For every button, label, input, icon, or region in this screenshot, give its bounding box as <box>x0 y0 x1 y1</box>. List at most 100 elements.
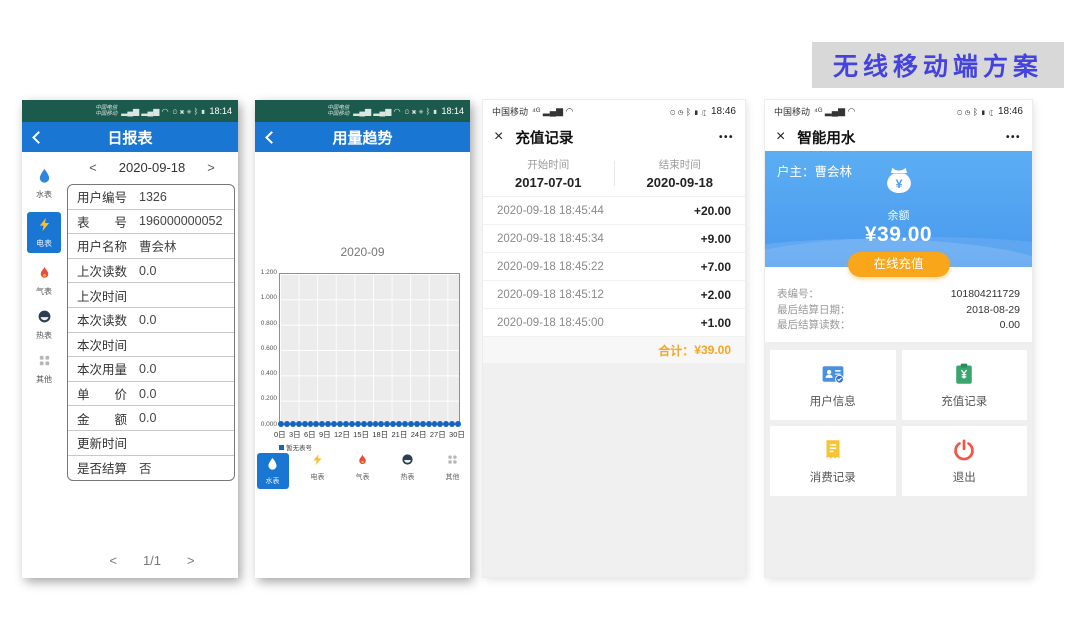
online-recharge-button[interactable]: 在线充值 <box>847 252 949 277</box>
close-icon[interactable]: × <box>494 129 503 145</box>
data-point <box>414 421 420 427</box>
signal-icons: ⁴ᴳ ▂▄▆ ◠ <box>814 106 855 117</box>
app-header: × 智能用水 ••• <box>765 123 1032 151</box>
record-time: 2020-09-18 18:45:12 <box>497 289 604 301</box>
status-bar: 中国电信 中国移动 ▂▄▆ ▂▄▆ ◠ ⊙ ▣ ◈ ᛒ ▮ 18:14 <box>22 100 238 122</box>
clock: 18:46 <box>711 106 736 117</box>
date-next-button[interactable]: > <box>207 160 215 175</box>
data-point <box>361 421 367 427</box>
more-menu-icon[interactable]: ••• <box>1006 132 1021 143</box>
meter-info-panel: 表编号： 101804211729 最后结算日期： 2018-08-29 最后结… <box>765 267 1032 342</box>
menu-label: 充值记录 <box>941 393 987 409</box>
record-time: 2020-09-18 18:45:22 <box>497 261 604 273</box>
tab-heat[interactable]: 热表 <box>392 453 424 489</box>
field-label: 表 号 <box>77 212 127 231</box>
data-points <box>278 421 461 427</box>
tab-electric[interactable]: 电表 <box>302 453 334 489</box>
slide-banner-title: 无线移动端方案 <box>812 42 1064 88</box>
flame-icon <box>37 265 52 280</box>
field-value: 0.0 <box>139 264 156 278</box>
record-row: 2020-09-18 18:45:12 +2.00 <box>483 281 745 309</box>
field-value: 0.0 <box>139 362 156 376</box>
sidebar-item-heat[interactable]: 热表 <box>27 309 61 341</box>
page-prev-button[interactable]: < <box>109 553 117 568</box>
slide-canvas: 无线移动端方案 中国电信 中国移动 ▂▄▆ ▂▄▆ ◠ ⊙ ▣ ◈ ᛒ ▮ 18… <box>0 0 1066 640</box>
field-label: 上次读数 <box>77 261 127 280</box>
phone-screen-daily-report: 中国电信 中国移动 ▂▄▆ ▂▄▆ ◠ ⊙ ▣ ◈ ᛒ ▮ 18:14 日报表 … <box>22 100 238 578</box>
balance-label: 余额 <box>765 207 1032 223</box>
data-point <box>349 421 355 427</box>
empty-area <box>483 363 745 577</box>
menu-area: 用户信息 充值记录 <box>765 342 1032 578</box>
lightning-icon <box>37 217 52 232</box>
sidebar-label: 气表 <box>27 286 61 297</box>
meter-type-tabs: 水表 电表 气表 热表 其他 <box>255 453 470 489</box>
sidebar-item-electric[interactable]: 电表 <box>27 212 61 253</box>
data-point <box>420 421 426 427</box>
grid-icon <box>446 453 459 466</box>
signal-icons: ▂▄▆ ▂▄▆ ◠ <box>353 107 400 116</box>
date-range-bar: 开始时间 2017-07-01 结束时间 2020-09-18 <box>483 151 745 197</box>
table-row: 表 号 196000000052 <box>68 210 234 235</box>
end-date-picker[interactable]: 结束时间 2020-09-18 <box>615 151 746 196</box>
info-label: 表编号： <box>777 287 819 303</box>
x-axis-labels: 0日3日6日9日12日15日18日21日24日27日30日 <box>274 429 465 440</box>
x-tick: 27日 <box>430 429 446 440</box>
more-menu-icon[interactable]: ••• <box>719 132 734 143</box>
page-next-button[interactable]: > <box>187 553 195 568</box>
field-label: 用户编号 <box>77 187 127 206</box>
tab-other[interactable]: 其他 <box>437 453 469 489</box>
status-icons: ⊙ ◷ ᛒ ▮ ☾ <box>670 107 707 117</box>
id-card-icon <box>820 361 846 387</box>
table-row: 是否结算 否 <box>68 456 234 481</box>
plot-area <box>279 273 460 425</box>
sidebar-item-water[interactable]: 水表 <box>27 168 61 200</box>
record-amount: +1.00 <box>701 316 731 330</box>
carrier-labels: 中国电信 中国移动 <box>95 105 117 118</box>
carrier-labels: 中国电信 中国移动 <box>327 105 349 118</box>
carrier: 中国移动 <box>492 105 528 118</box>
record-time: 2020-09-18 18:45:00 <box>497 317 604 329</box>
recharge-clipboard-icon <box>951 361 977 387</box>
start-date-label: 开始时间 <box>527 157 569 172</box>
x-tick: 30日 <box>449 429 465 440</box>
date-prev-button[interactable]: < <box>89 160 97 175</box>
date-value[interactable]: 2020-09-18 <box>119 160 186 175</box>
sidebar-item-gas[interactable]: 气表 <box>27 265 61 297</box>
power-icon <box>951 437 977 463</box>
field-label: 更新时间 <box>77 433 127 452</box>
y-tick: 0.400 <box>259 371 277 378</box>
carrier-2: 中国移动 <box>327 111 349 118</box>
tab-gas[interactable]: 气表 <box>347 453 379 489</box>
field-label: 上次时间 <box>77 286 127 305</box>
data-point <box>355 421 361 427</box>
total-row: 合计： ¥39.00 <box>483 337 745 363</box>
menu-label: 消费记录 <box>810 469 856 485</box>
menu-exit[interactable]: 退出 <box>902 426 1028 496</box>
end-date-label: 结束时间 <box>659 157 701 172</box>
tab-water[interactable]: 水表 <box>257 453 289 489</box>
field-value: 否 <box>139 458 152 477</box>
field-value: 1326 <box>139 190 167 204</box>
menu-user-info[interactable]: 用户信息 <box>770 350 896 420</box>
menu-label: 用户信息 <box>810 393 856 409</box>
sidebar-item-other[interactable]: 其他 <box>27 353 61 385</box>
menu-consumption-records[interactable]: 消费记录 <box>770 426 896 496</box>
page-title: 用量趋势 <box>276 127 449 148</box>
y-tick: 0.800 <box>259 321 277 328</box>
field-label: 本次用量 <box>77 359 127 378</box>
chart-legend: 暂无表号 <box>279 442 460 452</box>
page-title: 充值记录 <box>515 127 573 148</box>
close-icon[interactable]: × <box>776 129 785 145</box>
data-point <box>455 421 461 427</box>
table-row: 本次读数 0.0 <box>68 308 234 333</box>
start-date-picker[interactable]: 开始时间 2017-07-01 <box>483 151 614 196</box>
y-axis-labels: 1.2001.0000.8000.6000.4000.2000.000 <box>259 270 277 428</box>
start-date-value: 2017-07-01 <box>515 175 582 190</box>
y-tick: 0.000 <box>259 422 277 429</box>
x-tick: 6日 <box>304 429 316 440</box>
table-row: 本次时间 <box>68 333 234 358</box>
date-navigator: < 2020-09-18 > <box>66 160 238 175</box>
menu-recharge-records[interactable]: 充值记录 <box>902 350 1028 420</box>
table-row: 上次时间 <box>68 283 234 308</box>
